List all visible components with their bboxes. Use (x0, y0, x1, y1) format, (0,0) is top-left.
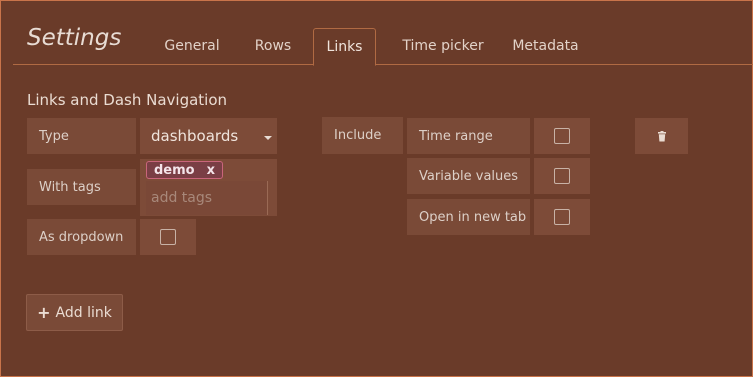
delete-link-button[interactable] (635, 118, 688, 154)
add-link-button[interactable]: + Add link (26, 294, 123, 331)
include-label: Include (322, 117, 403, 154)
add-link-label: Add link (55, 304, 112, 321)
type-select-value: dashboards (151, 127, 239, 145)
tag-chip: demo x (146, 161, 223, 179)
tag-chip-label: demo (154, 162, 195, 178)
plus-icon: + (37, 303, 51, 322)
variable-values-checkbox[interactable] (554, 168, 570, 184)
tag-remove-icon[interactable]: x (207, 163, 215, 178)
include-time-range-label: Time range (407, 118, 530, 154)
include-open-new-tab-cell (534, 199, 590, 235)
include-variable-values-cell (534, 158, 590, 194)
include-time-range-text: Time range (419, 128, 493, 144)
include-open-new-tab-text: Open in new tab (419, 209, 527, 225)
with-tags-label-text: With tags (39, 179, 101, 195)
tags-field: demo x (140, 159, 277, 216)
include-variable-values-text: Variable values (419, 168, 519, 184)
page-title: Settings (27, 25, 122, 51)
type-select[interactable]: dashboards (140, 118, 277, 154)
type-label-text: Type (39, 128, 69, 144)
tab-metadata[interactable]: Metadata (503, 28, 588, 66)
include-open-new-tab-label: Open in new tab (407, 199, 530, 235)
type-label: Type (27, 118, 136, 154)
as-dropdown-label-text: As dropdown (39, 229, 124, 245)
settings-header: Settings General Rows Links Time picker … (13, 1, 753, 66)
caret-down-icon (264, 135, 272, 140)
open-new-tab-checkbox[interactable] (554, 209, 570, 225)
as-dropdown-checkbox-cell (140, 219, 196, 255)
section-title: Links and Dash Navigation (27, 91, 228, 109)
with-tags-label: With tags (27, 169, 136, 205)
as-dropdown-checkbox[interactable] (160, 229, 176, 245)
include-label-text: Include (334, 128, 382, 143)
as-dropdown-label: As dropdown (27, 219, 136, 255)
settings-panel: Settings General Rows Links Time picker … (0, 0, 753, 377)
include-variable-values-label: Variable values (407, 158, 530, 194)
trash-icon (657, 130, 666, 141)
tab-time-picker[interactable]: Time picker (388, 28, 498, 66)
time-range-checkbox[interactable] (554, 128, 570, 144)
tab-rows[interactable]: Rows (243, 28, 303, 66)
tab-general[interactable]: General (155, 28, 229, 66)
tag-input[interactable] (146, 181, 268, 215)
include-time-range-cell (534, 118, 590, 154)
tab-links[interactable]: Links (313, 28, 376, 66)
